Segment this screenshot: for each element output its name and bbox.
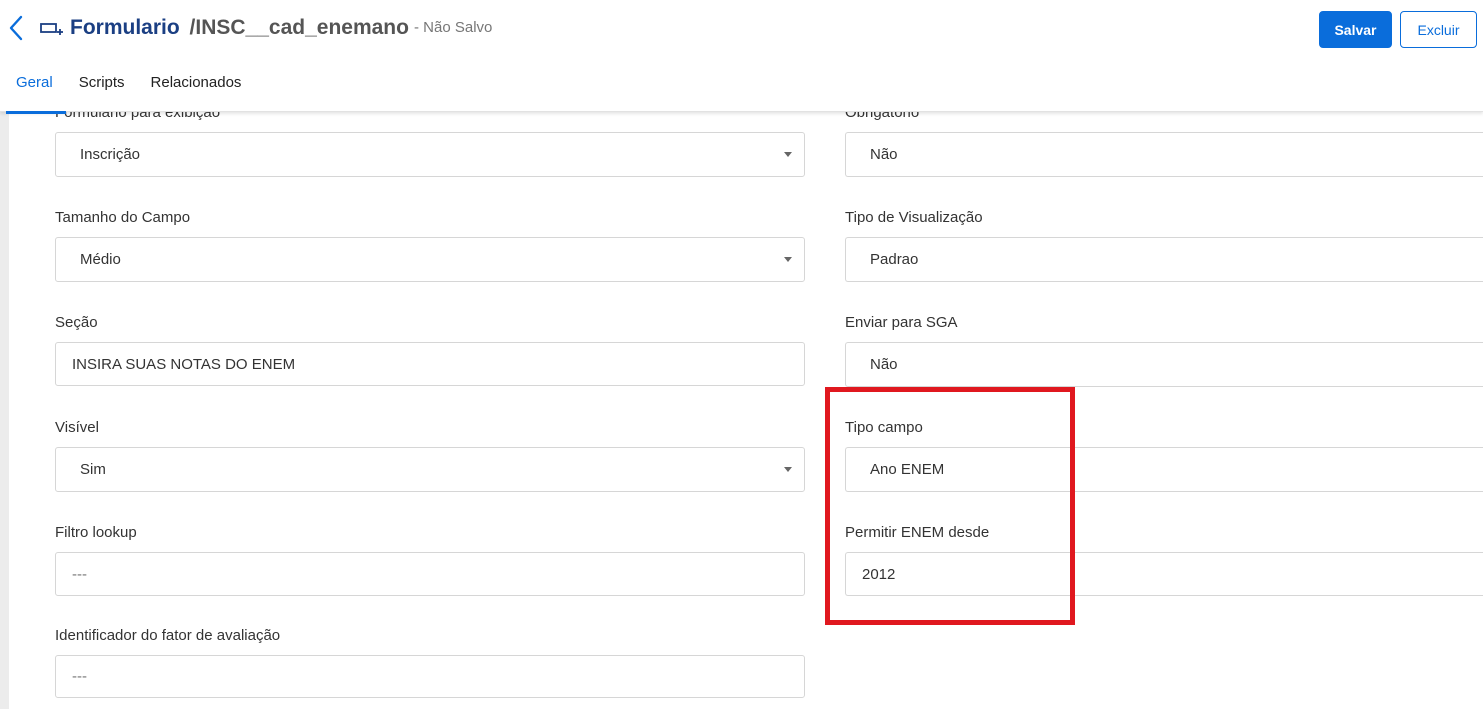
- view-type-value: Padrao: [870, 251, 919, 268]
- tab-bar: Geral Scripts Relacionados: [0, 62, 255, 114]
- visible-value: Sim: [80, 461, 106, 478]
- save-button[interactable]: Salvar: [1319, 11, 1392, 48]
- caret-down-icon: [784, 152, 792, 157]
- view-type-select[interactable]: Padrao: [845, 237, 1483, 282]
- caret-down-icon: [784, 257, 792, 262]
- form-display-select[interactable]: Inscrição: [55, 132, 805, 177]
- form-display-value: Inscrição: [80, 146, 141, 163]
- send-sga-value: Não: [870, 356, 898, 373]
- visible-label: Visível: [55, 419, 99, 436]
- section-input[interactable]: INSIRA SUAS NOTAS DO ENEM: [55, 342, 805, 386]
- unsaved-status: - Não Salvo: [414, 19, 493, 36]
- left-strip: [0, 112, 9, 709]
- delete-button[interactable]: Excluir: [1400, 11, 1477, 48]
- section-label: Seção: [55, 314, 98, 331]
- evaluation-factor-value: ---: [72, 668, 87, 685]
- field-size-label: Tamanho do Campo: [55, 209, 191, 226]
- field-size-select[interactable]: Médio: [55, 237, 805, 282]
- page-title: Formulario /INSC__cad_enemano: [70, 16, 409, 40]
- field-size-value: Médio: [80, 251, 121, 268]
- view-type-label: Tipo de Visualização: [845, 209, 983, 226]
- required-value: Não: [870, 146, 898, 163]
- caret-down-icon: [784, 467, 792, 472]
- back-button[interactable]: [6, 14, 26, 42]
- evaluation-factor-label: Identificador do fator de avaliação: [55, 627, 281, 644]
- title-main: Formulario: [70, 16, 180, 39]
- lookup-filter-input[interactable]: ---: [55, 552, 805, 596]
- form-icon: [40, 20, 64, 38]
- section-value: INSIRA SUAS NOTAS DO ENEM: [72, 355, 296, 373]
- send-sga-select[interactable]: Não: [845, 342, 1483, 387]
- visible-select[interactable]: Sim: [55, 447, 805, 492]
- tab-geral[interactable]: Geral: [0, 62, 66, 114]
- chevron-left-icon: [9, 15, 23, 41]
- lookup-filter-label: Filtro lookup: [55, 524, 137, 541]
- page-header: Formulario /INSC__cad_enemano - Não Salv…: [0, 0, 1483, 114]
- tab-scripts[interactable]: Scripts: [66, 62, 138, 112]
- highlight-box: [825, 387, 1075, 625]
- title-path: INSC__cad_enemano: [195, 16, 409, 39]
- send-sga-label: Enviar para SGA: [845, 314, 958, 331]
- lookup-filter-value: ---: [72, 565, 87, 583]
- required-select[interactable]: Não: [845, 132, 1483, 177]
- evaluation-factor-input[interactable]: ---: [55, 655, 805, 698]
- tab-relacionados[interactable]: Relacionados: [138, 62, 255, 112]
